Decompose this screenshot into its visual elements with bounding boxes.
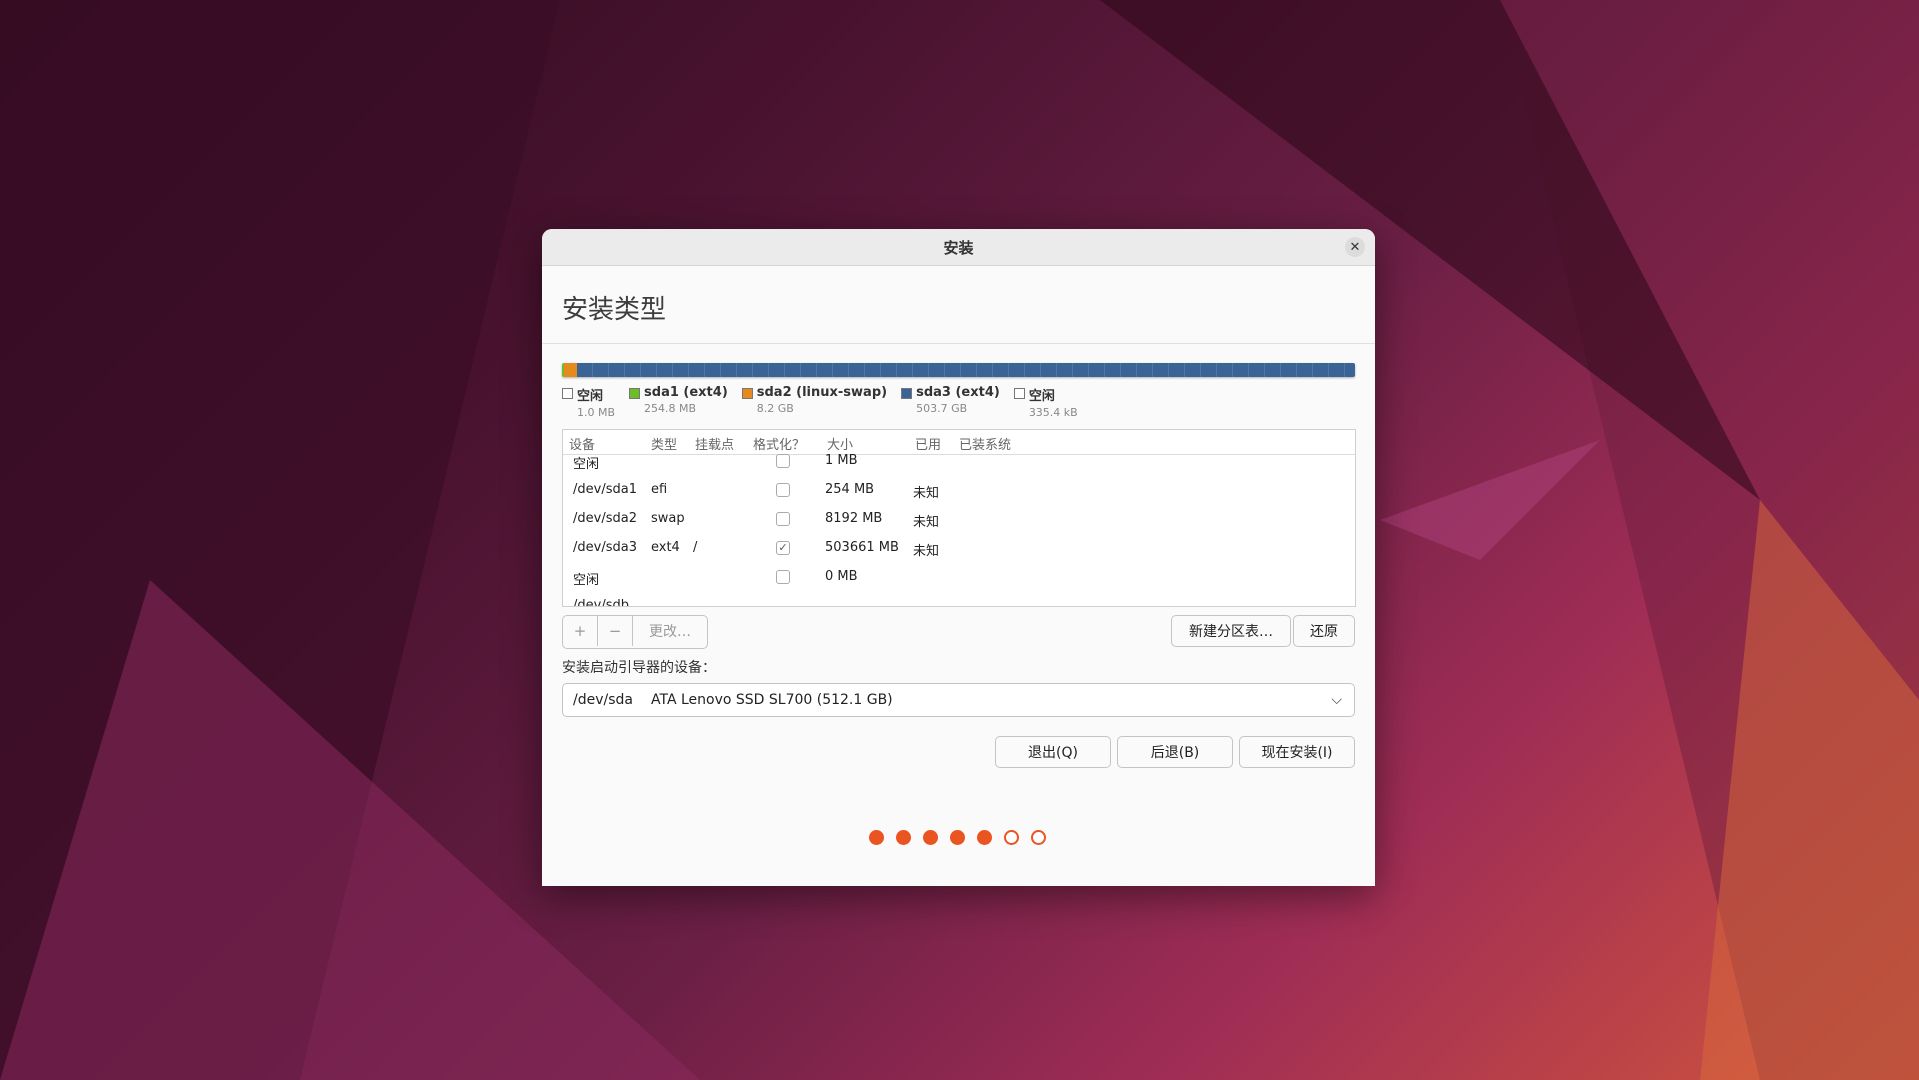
legend-size: 254.8 MB [644,402,697,415]
format-checkbox[interactable] [776,512,790,526]
progress-dot [950,830,965,845]
legend-item: sda2 (linux-swap) 8.2 GB [741,385,888,419]
cell-device: 空闲 [573,573,600,588]
boot-device-select[interactable]: /dev/sda ATA Lenovo SSD SL700 (512.1 GB)… [562,683,1355,717]
change-partition-button[interactable]: 更改… [633,616,707,646]
cell-device: /dev/sda3 [573,540,637,555]
format-checkbox[interactable]: ✓ [776,541,790,555]
cell-mount: / [693,540,698,555]
legend-size: 335.4 kB [1028,406,1078,419]
partition-bar [562,363,1355,377]
legend-item: sda3 (ext4) 503.7 GB [901,385,1000,419]
partition-table: 设备 类型 挂载点 格式化？ 大小 已用 已装系统 空闲 1 MB/dev/sda… [562,429,1356,607]
cell-device: /dev/sda1 [573,482,637,497]
table-row[interactable]: /dev/sda2 swap 8192 MB 未知 [563,506,1355,534]
installer-window: 安装 ✕ 安装类型 空闲 1.0 MB sda1 (ext4) 254.8 MB sda… [542,229,1375,886]
progress-dot [1004,830,1019,845]
legend-item: 空闲 1.0 MB [562,385,615,419]
partition-tools: + − 更改… [562,615,708,649]
legend-swatch [562,388,573,399]
cell-used: 未知 [913,486,940,501]
add-partition-button[interactable]: + [563,616,598,646]
quit-button[interactable]: 退出(Q) [995,736,1111,768]
revert-button[interactable]: 还原 [1293,615,1355,647]
cell-used: 未知 [913,544,940,559]
legend-label: sda1 (ext4) [644,385,728,400]
new-partition-table-button[interactable]: 新建分区表… [1171,615,1291,647]
cell-size: 0 MB [825,569,858,584]
partition-legend: 空闲 1.0 MB sda1 (ext4) 254.8 MB sda2 (linux-s… [562,385,1078,419]
progress-dot [923,830,938,845]
title-bar: 安装 ✕ [542,229,1375,266]
progress-dot [869,830,884,845]
legend-size: 1.0 MB [577,406,616,419]
legend-swatch [741,388,753,399]
close-icon[interactable]: ✕ [1345,237,1365,257]
format-checkbox[interactable] [776,483,790,497]
cell-size: 8192 MB [825,511,883,526]
cell-device: /dev/sdb [573,598,629,607]
table-row[interactable]: 空闲 0 MB [563,564,1355,592]
legend-item: sda1 (ext4) 254.8 MB [629,385,728,419]
remove-partition-button[interactable]: − [598,616,633,646]
chevron-down-icon: ⌵ [1331,692,1342,708]
table-row[interactable]: /dev/sda3 ext4 / 503661 MB 未知 ✓ [563,535,1355,563]
table-row[interactable]: /dev/sdb [563,593,1355,607]
legend-size: 503.7 GB [916,402,968,415]
divider [542,343,1375,344]
legend-label: 空闲 [577,389,604,404]
boot-device-path: /dev/sda [573,692,633,708]
partition-segment [564,363,577,377]
progress-dot [977,830,992,845]
cell-device: /dev/sda2 [573,511,637,526]
partition-segment [576,363,1355,377]
cell-size: 254 MB [825,482,875,497]
cell-used: 未知 [913,515,940,530]
format-checkbox[interactable] [776,454,790,468]
progress-dot [896,830,911,845]
page-title: 安装类型 [562,295,667,325]
legend-size: 8.2 GB [756,402,794,415]
boot-device-label: 安装启动引导器的设备： [562,660,716,676]
legend-label: sda2 (linux-swap) [756,385,888,400]
cell-size: 1 MB [825,453,858,468]
legend-swatch [1013,388,1025,399]
legend-swatch [901,388,913,399]
legend-item: 空闲 335.4 kB [1013,385,1078,419]
table-row[interactable]: 空闲 1 MB [563,448,1355,476]
cell-device: 空闲 [573,457,600,472]
format-checkbox[interactable] [776,570,790,584]
boot-device-description: ATA Lenovo SSD SL700 (512.1 GB) [650,692,893,708]
progress-dot [1031,830,1046,845]
window-title: 安装 [943,238,974,257]
legend-label: sda3 (ext4) [916,385,1000,400]
cell-type: ext4 [651,540,680,555]
install-now-button[interactable]: 现在安装(I) [1239,736,1355,768]
legend-label: 空闲 [1028,389,1055,404]
cell-type: efi [651,482,668,497]
table-row[interactable]: /dev/sda1 efi 254 MB 未知 [563,477,1355,505]
cell-type: swap [651,511,685,526]
back-button[interactable]: 后退(B) [1117,736,1233,768]
legend-swatch [629,388,641,399]
progress-dots [869,830,1046,845]
cell-size: 503661 MB [825,540,899,555]
